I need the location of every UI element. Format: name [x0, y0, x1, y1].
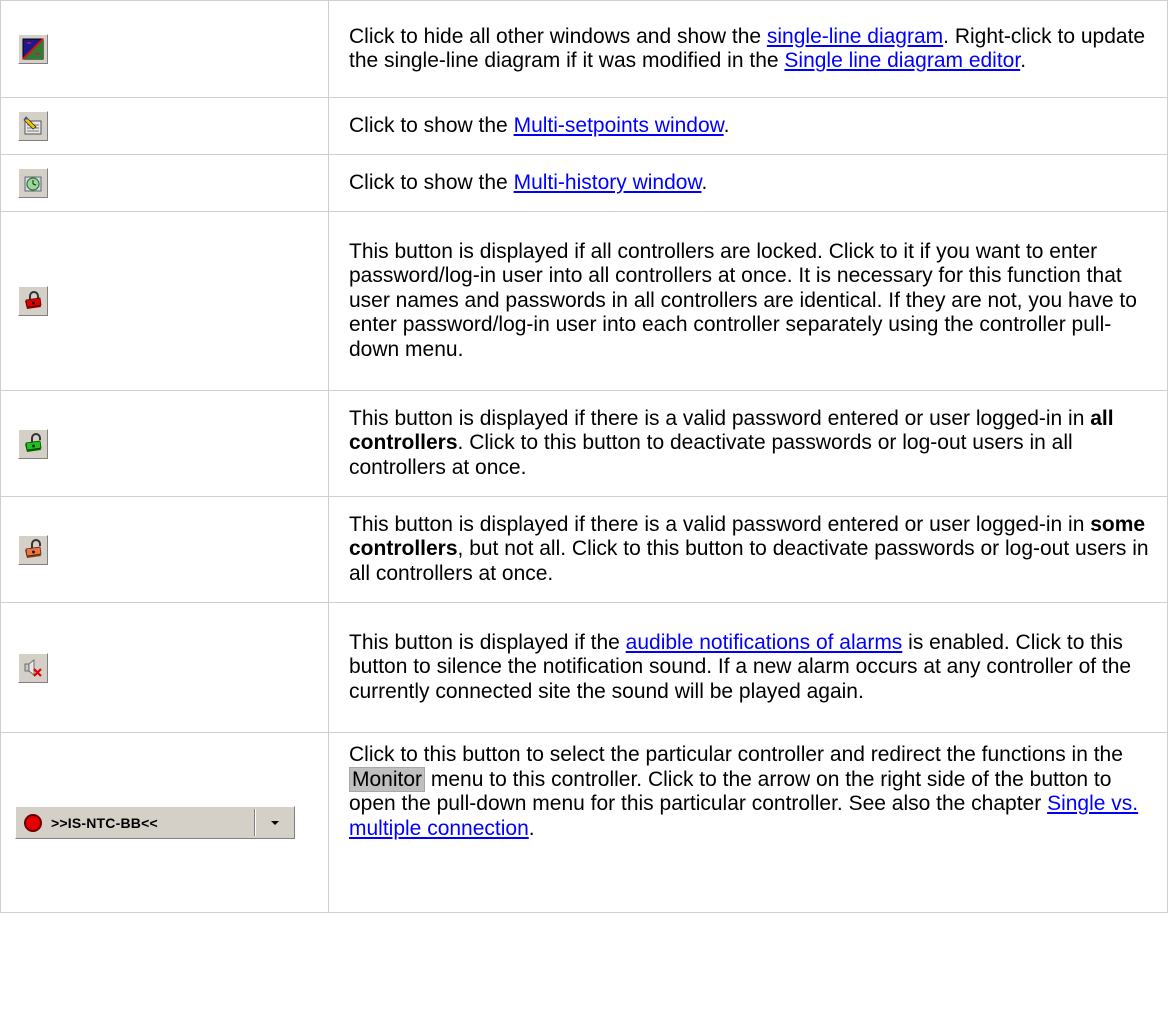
single-line-diagram-icon: [22, 38, 44, 60]
multi-history-icon: [24, 176, 42, 192]
table-row: >>IS-NTC-BB<< Click to this button to se…: [0, 732, 1168, 913]
table-row: Click to show the Multi-setpoints window…: [0, 97, 1168, 155]
silence-alarm-button[interactable]: [18, 652, 48, 683]
logout-some-button[interactable]: [18, 534, 48, 565]
description-text: This button is displayed if the: [349, 630, 626, 654]
description-text: Click to show the: [349, 113, 514, 137]
icon-cell: [0, 211, 329, 391]
controller-select-main[interactable]: >>IS-NTC-BB<<: [16, 807, 254, 838]
description-cell: This button is displayed if the audible …: [328, 602, 1168, 733]
controller-name-label: >>IS-NTC-BB<<: [51, 814, 158, 831]
unlocked-partial-icon: [25, 538, 42, 558]
controller-select-button[interactable]: >>IS-NTC-BB<<: [15, 806, 295, 839]
table-row: Click to hide all other windows and show…: [0, 0, 1168, 98]
description-cell: Click to this button to select the parti…: [328, 732, 1168, 913]
mute-alarm-icon: [24, 658, 42, 677]
description-text: This button is displayed if there is a v…: [349, 406, 1091, 430]
icon-cell: [0, 496, 329, 603]
single-line-diagram-button[interactable]: [18, 34, 48, 64]
description-text: .: [1020, 49, 1027, 72]
login-all-button[interactable]: [18, 286, 48, 316]
description-cell: This button is displayed if there is a v…: [328, 390, 1168, 497]
chevron-down-icon: [271, 820, 279, 825]
table-row: This button is displayed if all controll…: [0, 211, 1168, 391]
description-text: This button is displayed if there is a v…: [349, 512, 1091, 536]
description-text: .: [528, 816, 535, 840]
description-text: .: [723, 113, 730, 137]
icon-cell: [0, 154, 329, 212]
icon-cell: [0, 602, 329, 733]
table-row: This button is displayed if there is a v…: [0, 496, 1168, 603]
multi-history-button[interactable]: [18, 168, 48, 198]
description-text: This button is displayed if all controll…: [349, 239, 1137, 361]
description-text: .: [701, 170, 708, 194]
description-text: Click to this button to select the parti…: [349, 743, 1123, 766]
multi-setpoints-icon: [23, 116, 42, 135]
description-text: menu to this controller. Click to the ar…: [349, 767, 1112, 816]
description-text: Click to hide all other windows and show…: [349, 24, 767, 48]
description-text: . Click to this button to deactivate pas…: [349, 431, 1073, 479]
table-row: Click to show the Multi-history window.: [0, 154, 1168, 212]
icon-cell: [0, 97, 329, 155]
table-row: This button is displayed if there is a v…: [0, 390, 1168, 497]
multi-setpoints-window-link[interactable]: Multi-setpoints window: [514, 114, 724, 137]
single-line-diagram-editor-link[interactable]: Single line diagram editor: [784, 49, 1020, 72]
single-line-diagram-link[interactable]: single-line diagram: [767, 25, 943, 48]
icon-cell: [0, 390, 329, 497]
description-text: , but not all. Click to this button to d…: [349, 537, 1149, 585]
unlocked-green-icon: [25, 432, 42, 452]
description-cell: Click to show the Multi-setpoints window…: [328, 97, 1168, 155]
audible-notifications-link[interactable]: audible notifications of alarms: [626, 631, 903, 654]
locked-red-icon: [25, 291, 42, 309]
table-row: This button is displayed if the audible …: [0, 602, 1168, 733]
icon-cell: [0, 0, 329, 98]
controller-dropdown-arrow[interactable]: [256, 820, 294, 825]
description-cell: Click to hide all other windows and show…: [328, 0, 1168, 98]
monitor-menu-reference: Monitor: [349, 766, 426, 792]
description-cell: This button is displayed if there is a v…: [328, 496, 1168, 603]
logout-all-button[interactable]: [18, 428, 48, 459]
description-cell: Click to show the Multi-history window.: [328, 154, 1168, 212]
status-led-icon: [24, 813, 42, 832]
description-cell: This button is displayed if all controll…: [328, 211, 1168, 391]
multi-setpoints-button[interactable]: [18, 111, 48, 141]
multi-history-window-link[interactable]: Multi-history window: [514, 171, 702, 194]
icon-cell: >>IS-NTC-BB<<: [0, 732, 329, 913]
button-reference-table: Click to hide all other windows and show…: [0, 0, 1168, 913]
description-text: Click to show the: [349, 170, 514, 194]
